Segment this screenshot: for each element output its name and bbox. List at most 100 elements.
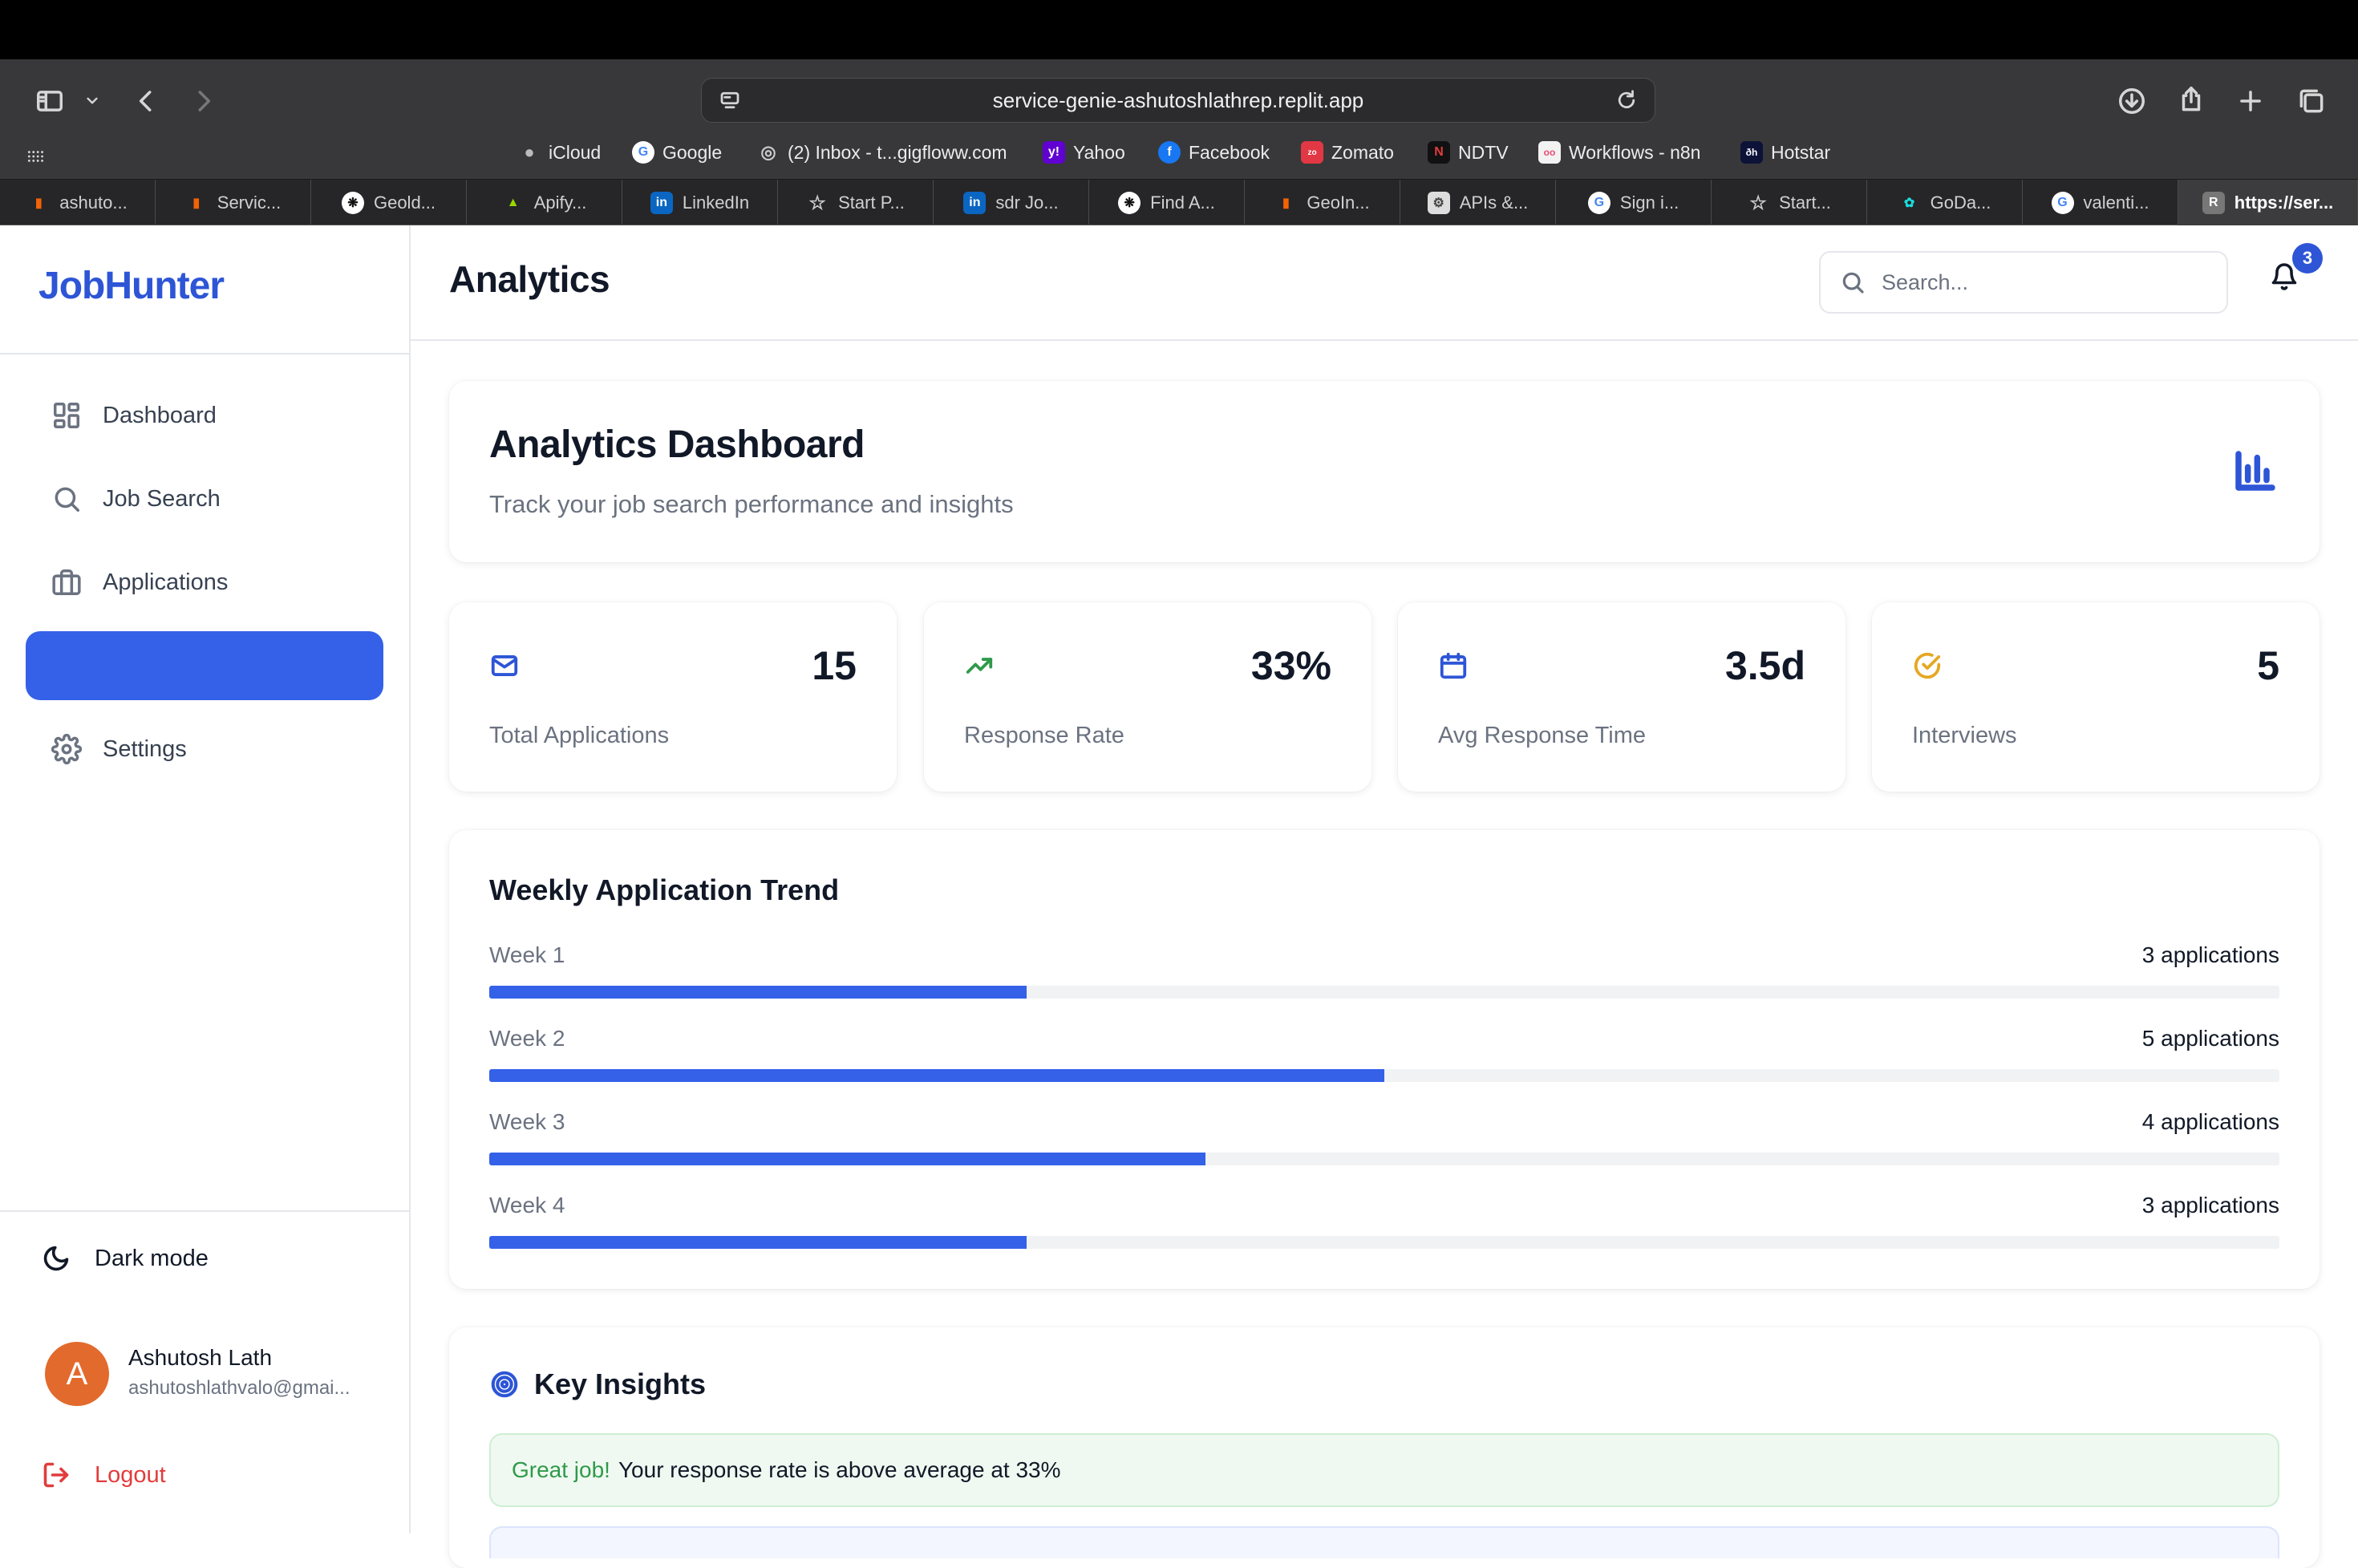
search-icon xyxy=(55,487,79,512)
download-icon[interactable] xyxy=(2114,83,2149,119)
forward-arrow-icon[interactable] xyxy=(186,83,221,119)
progress-fill xyxy=(489,986,1027,999)
briefcase-icon xyxy=(52,569,81,595)
progress-fill xyxy=(489,1236,1027,1249)
search-box[interactable] xyxy=(1819,251,2228,314)
tab-label: GoDa... xyxy=(1930,192,1991,213)
weekly-trend-card: Weekly Application Trend Week 1 3 applic… xyxy=(449,830,2320,1289)
tab-overview-icon[interactable] xyxy=(2294,83,2329,119)
search-icon xyxy=(1842,272,1864,294)
replit-icon: ▮ xyxy=(192,197,201,210)
favorite-hotstar[interactable]: ðh Hotstar xyxy=(1740,141,1830,164)
dark-mode-toggle[interactable]: Dark mode xyxy=(42,1244,209,1273)
stat-value: 33% xyxy=(1250,643,1331,688)
godaddy-icon: ✿ xyxy=(1903,197,1915,210)
favorite-yahoo[interactable]: y! Yahoo xyxy=(1043,141,1125,164)
grid-icon xyxy=(54,403,79,428)
sidebar-item-job-search[interactable]: Job Search xyxy=(26,464,383,533)
trending-up-icon xyxy=(964,650,995,685)
replit-icon: R xyxy=(2202,192,2225,214)
search-input[interactable] xyxy=(1882,269,2202,295)
user-email: ashutoshlathvalo@gmai... xyxy=(128,1377,350,1399)
browser-tab[interactable]: ▮ Servic... xyxy=(156,180,311,226)
page-settings-icon[interactable] xyxy=(716,87,743,114)
browser-tab[interactable]: G Sign i... xyxy=(1556,180,1712,226)
grid-dots-icon[interactable] xyxy=(24,144,48,168)
insights-title: Key Insights xyxy=(489,1367,706,1401)
tab-label: Servic... xyxy=(217,192,282,213)
week-count: 3 applications xyxy=(2141,1193,2279,1218)
week-label: Week 1 xyxy=(489,942,565,967)
browser-tab[interactable]: Gvalenti... xyxy=(2023,180,2178,226)
favorite-label: Yahoo xyxy=(1073,141,1125,163)
browser-tab[interactable]: ❋ Geold... xyxy=(311,180,467,226)
tab-label: Start... xyxy=(1779,192,1831,213)
app-logo[interactable]: JobHunter xyxy=(38,264,225,308)
sidebar-item-settings[interactable]: Settings xyxy=(26,715,383,784)
favorite-label: Facebook xyxy=(1189,141,1270,163)
sidebar-item-label: Job Search xyxy=(103,485,221,512)
favorite-google[interactable]: G Google xyxy=(632,141,722,164)
favorite-label: Zomato xyxy=(1331,141,1394,163)
browser-tab[interactable]: ☆ Start... xyxy=(1712,180,1867,226)
facebook-icon: f xyxy=(1158,141,1181,164)
reload-icon[interactable] xyxy=(1613,87,1640,114)
favorite-icloud[interactable]: ● iCloud xyxy=(518,141,601,164)
calendar-icon xyxy=(1438,650,1469,685)
stat-value: 5 xyxy=(2257,643,2279,688)
browser-tab[interactable]: ✿ GoDa... xyxy=(1867,180,2023,226)
week-label: Week 4 xyxy=(489,1193,565,1218)
favorite-ndtv[interactable]: N NDTV xyxy=(1428,141,1509,164)
top-header: Analytics 3 xyxy=(411,225,2358,341)
insight-item-partial xyxy=(489,1526,2279,1558)
favorite-inbox[interactable]: ◎ (2) Inbox - t...gigfloww.com xyxy=(757,141,1007,164)
favorite-zomato[interactable]: zo Zomato xyxy=(1301,141,1394,164)
favorite-label: NDTV xyxy=(1458,141,1509,163)
chevron-down-icon[interactable] xyxy=(80,88,104,112)
tab-label: GeoIn... xyxy=(1307,192,1370,213)
insights-title-text: Key Insights xyxy=(534,1367,707,1400)
browser-tab[interactable]: ⚙ APIs &... xyxy=(1400,180,1556,226)
favorite-n8n[interactable]: oo Workflows - n8n xyxy=(1538,141,1700,164)
favorite-label: Google xyxy=(662,141,723,163)
sidebar-item-dashboard[interactable]: Dashboard xyxy=(26,381,383,450)
sidebar-item-applications[interactable]: Applications xyxy=(26,548,383,617)
url-text: service-genie-ashutoshlathrep.replit.app xyxy=(992,87,1364,112)
hotstar-icon: ðh xyxy=(1740,141,1763,164)
sidebar-item-analytics[interactable] xyxy=(26,631,383,700)
logout-button[interactable]: Logout xyxy=(42,1461,166,1489)
favorite-facebook[interactable]: f Facebook xyxy=(1158,141,1270,164)
progress-track xyxy=(489,1069,2279,1082)
target-icon xyxy=(491,1371,518,1398)
chatgpt-icon: ❋ xyxy=(1118,192,1141,214)
trend-title: Weekly Application Trend xyxy=(489,873,840,906)
moon-icon xyxy=(43,1246,69,1271)
browser-tab[interactable]: ▮ ashuto... xyxy=(0,180,156,226)
logout-label: Logout xyxy=(95,1461,166,1488)
check-circle-icon xyxy=(1912,650,1943,685)
week-label: Week 2 xyxy=(489,1026,565,1051)
share-icon[interactable] xyxy=(2174,82,2209,117)
address-bar[interactable]: service-genie-ashutoshlathrep.replit.app xyxy=(701,78,1655,123)
browser-tab-active[interactable]: Rhttps://ser... xyxy=(2178,180,2358,226)
new-tab-icon[interactable] xyxy=(2233,83,2268,119)
browser-tab[interactable]: ▲ Apify... xyxy=(467,180,622,226)
browser-tab[interactable]: in LinkedIn xyxy=(622,180,778,226)
sidebar: JobHunter Dashboard Job Search Applicati… xyxy=(0,225,411,1534)
dark-mode-label: Dark mode xyxy=(95,1245,209,1271)
back-arrow-icon[interactable] xyxy=(128,83,164,119)
week-row: Week 4 3 applications xyxy=(489,1193,2279,1249)
chatgpt-icon: ❋ xyxy=(341,192,364,214)
week-row: Week 2 5 applications xyxy=(489,1026,2279,1082)
browser-tab[interactable]: ☆ Start P... xyxy=(778,180,934,226)
tab-label: https://ser... xyxy=(2234,192,2334,213)
insight-text: Your response rate is above average at 3… xyxy=(618,1457,1061,1482)
sidebar-toggle-icon[interactable] xyxy=(32,83,67,119)
tab-label: sdr Jo... xyxy=(995,192,1059,213)
avatar[interactable]: A xyxy=(45,1342,109,1406)
browser-tab[interactable]: ❋ Find A... xyxy=(1089,180,1245,226)
browser-tab[interactable]: in sdr Jo... xyxy=(934,180,1089,226)
browser-tab[interactable]: ▮ GeoIn... xyxy=(1245,180,1400,226)
week-count: 3 applications xyxy=(2141,942,2279,967)
stat-label: Total Applications xyxy=(489,723,670,748)
